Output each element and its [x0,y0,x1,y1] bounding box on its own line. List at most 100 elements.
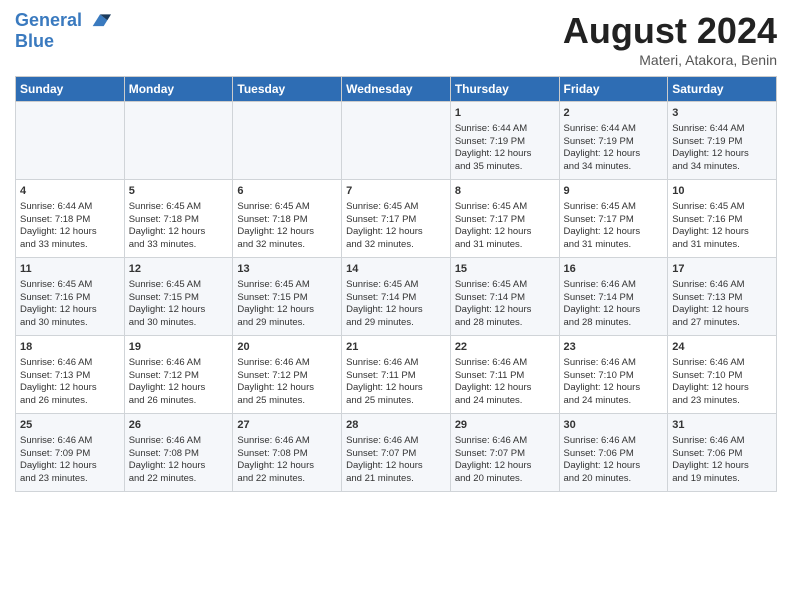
sunrise-text: Sunrise: 6:46 AM [564,435,636,446]
calendar-subtitle: Materi, Atakora, Benin [563,52,777,68]
daylight-minutes-text: and 26 minutes. [20,395,88,406]
daylight-text: Daylight: 12 hours [672,460,749,471]
calendar-cell: 8Sunrise: 6:45 AMSunset: 7:17 PMDaylight… [450,180,559,258]
day-number: 3 [672,106,772,121]
sunrise-text: Sunrise: 6:46 AM [672,279,744,290]
day-number: 30 [564,418,664,433]
logo: General Blue [15,10,111,50]
title-block: August 2024 Materi, Atakora, Benin [563,10,777,68]
day-number: 18 [20,340,120,355]
sunset-text: Sunset: 7:17 PM [564,214,634,225]
daylight-text: Daylight: 12 hours [20,304,97,315]
daylight-text: Daylight: 12 hours [20,460,97,471]
day-number: 11 [20,262,120,277]
sunrise-text: Sunrise: 6:44 AM [455,123,527,134]
calendar-cell: 13Sunrise: 6:45 AMSunset: 7:15 PMDayligh… [233,258,342,336]
week-row-2: 4Sunrise: 6:44 AMSunset: 7:18 PMDaylight… [16,180,777,258]
day-number: 12 [129,262,229,277]
daylight-minutes-text: and 28 minutes. [455,317,523,328]
calendar-cell: 3Sunrise: 6:44 AMSunset: 7:19 PMDaylight… [668,102,777,180]
day-number: 29 [455,418,555,433]
daylight-minutes-text: and 27 minutes. [672,317,740,328]
day-number: 19 [129,340,229,355]
sunrise-text: Sunrise: 6:46 AM [672,435,744,446]
sunset-text: Sunset: 7:12 PM [237,370,307,381]
daylight-text: Daylight: 12 hours [237,382,314,393]
calendar-cell: 29Sunrise: 6:46 AMSunset: 7:07 PMDayligh… [450,414,559,492]
day-number: 7 [346,184,446,199]
weekday-header-friday: Friday [559,77,668,102]
daylight-text: Daylight: 12 hours [455,226,532,237]
day-number: 13 [237,262,337,277]
logo-icon [89,10,111,32]
daylight-minutes-text: and 28 minutes. [564,317,632,328]
calendar-cell: 2Sunrise: 6:44 AMSunset: 7:19 PMDaylight… [559,102,668,180]
day-number: 15 [455,262,555,277]
weekday-header-sunday: Sunday [16,77,125,102]
calendar-cell: 1Sunrise: 6:44 AMSunset: 7:19 PMDaylight… [450,102,559,180]
day-number: 14 [346,262,446,277]
day-number: 4 [20,184,120,199]
daylight-text: Daylight: 12 hours [672,148,749,159]
sunset-text: Sunset: 7:10 PM [672,370,742,381]
header: General Blue August 2024 Materi, Atakora… [15,10,777,68]
daylight-minutes-text: and 35 minutes. [455,161,523,172]
sunrise-text: Sunrise: 6:46 AM [237,357,309,368]
day-number: 24 [672,340,772,355]
day-number: 23 [564,340,664,355]
daylight-text: Daylight: 12 hours [237,304,314,315]
day-number: 9 [564,184,664,199]
calendar-cell: 9Sunrise: 6:45 AMSunset: 7:17 PMDaylight… [559,180,668,258]
daylight-minutes-text: and 33 minutes. [20,239,88,250]
day-number: 25 [20,418,120,433]
daylight-text: Daylight: 12 hours [346,226,423,237]
calendar-cell [16,102,125,180]
day-number: 21 [346,340,446,355]
sunset-text: Sunset: 7:10 PM [564,370,634,381]
daylight-minutes-text: and 20 minutes. [564,473,632,484]
day-number: 6 [237,184,337,199]
daylight-text: Daylight: 12 hours [346,460,423,471]
sunrise-text: Sunrise: 6:45 AM [455,201,527,212]
day-number: 20 [237,340,337,355]
daylight-text: Daylight: 12 hours [20,226,97,237]
sunrise-text: Sunrise: 6:45 AM [455,279,527,290]
calendar-table: SundayMondayTuesdayWednesdayThursdayFrid… [15,76,777,492]
daylight-text: Daylight: 12 hours [564,148,641,159]
daylight-text: Daylight: 12 hours [564,226,641,237]
sunrise-text: Sunrise: 6:45 AM [237,279,309,290]
calendar-cell: 11Sunrise: 6:45 AMSunset: 7:16 PMDayligh… [16,258,125,336]
daylight-text: Daylight: 12 hours [129,460,206,471]
daylight-minutes-text: and 30 minutes. [129,317,197,328]
sunrise-text: Sunrise: 6:44 AM [672,123,744,134]
calendar-cell: 6Sunrise: 6:45 AMSunset: 7:18 PMDaylight… [233,180,342,258]
calendar-cell: 18Sunrise: 6:46 AMSunset: 7:13 PMDayligh… [16,336,125,414]
sunset-text: Sunset: 7:11 PM [455,370,525,381]
daylight-minutes-text: and 19 minutes. [672,473,740,484]
daylight-minutes-text: and 33 minutes. [129,239,197,250]
daylight-text: Daylight: 12 hours [346,382,423,393]
day-number: 16 [564,262,664,277]
daylight-minutes-text: and 26 minutes. [129,395,197,406]
daylight-minutes-text: and 23 minutes. [672,395,740,406]
daylight-minutes-text: and 22 minutes. [129,473,197,484]
sunset-text: Sunset: 7:13 PM [20,370,90,381]
weekday-header-tuesday: Tuesday [233,77,342,102]
calendar-cell: 21Sunrise: 6:46 AMSunset: 7:11 PMDayligh… [342,336,451,414]
daylight-text: Daylight: 12 hours [455,304,532,315]
sunrise-text: Sunrise: 6:45 AM [672,201,744,212]
calendar-cell: 15Sunrise: 6:45 AMSunset: 7:14 PMDayligh… [450,258,559,336]
sunset-text: Sunset: 7:18 PM [237,214,307,225]
day-number: 27 [237,418,337,433]
sunrise-text: Sunrise: 6:44 AM [564,123,636,134]
daylight-minutes-text: and 34 minutes. [564,161,632,172]
day-number: 17 [672,262,772,277]
day-number: 8 [455,184,555,199]
daylight-text: Daylight: 12 hours [129,304,206,315]
calendar-cell: 31Sunrise: 6:46 AMSunset: 7:06 PMDayligh… [668,414,777,492]
sunrise-text: Sunrise: 6:46 AM [346,357,418,368]
sunset-text: Sunset: 7:16 PM [20,292,90,303]
sunrise-text: Sunrise: 6:46 AM [564,357,636,368]
sunrise-text: Sunrise: 6:46 AM [20,357,92,368]
calendar-cell [233,102,342,180]
